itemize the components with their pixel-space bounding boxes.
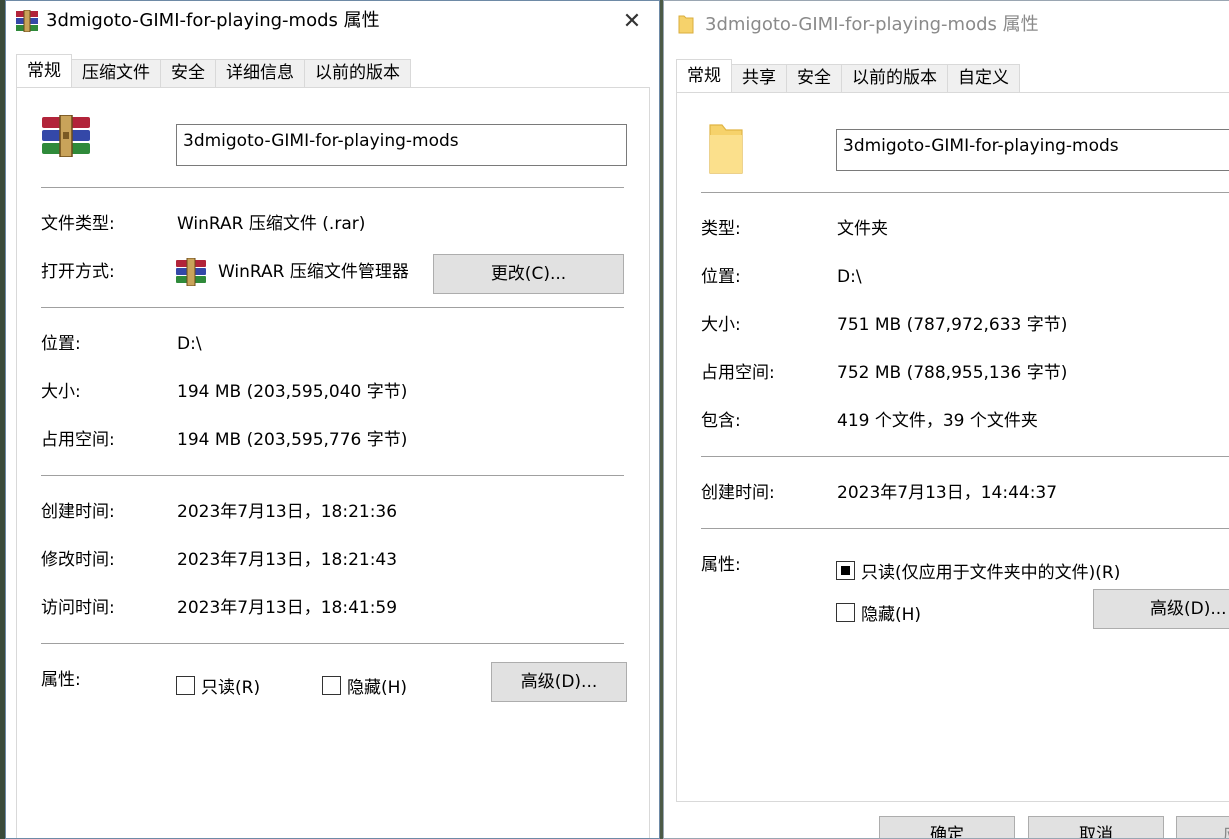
advanced-button[interactable]: 高级(D)...	[491, 662, 627, 702]
size-label: 大小:	[701, 315, 741, 335]
accessed-value: 2023年7月13日，18:41:59	[177, 598, 398, 618]
location-value: D:\	[837, 267, 862, 287]
file-type-label: 文件类型:	[41, 214, 115, 234]
modified-label: 修改时间:	[41, 550, 115, 570]
filename-input[interactable]: 3dmigoto-GIMI-for-playing-mods	[176, 124, 627, 166]
readonly-label: 只读(仅应用于文件夹中的文件)(R)	[861, 563, 1121, 583]
close-icon[interactable]: ✕	[619, 9, 645, 35]
modified-value: 2023年7月13日，18:21:43	[177, 550, 398, 570]
hidden-label: 隐藏(H)	[347, 678, 408, 698]
readonly-checkbox[interactable]: 只读(仅应用于文件夹中的文件)(R)	[836, 558, 1120, 583]
divider	[41, 475, 624, 476]
tab-details[interactable]: 详细信息	[215, 59, 305, 87]
folder-icon	[678, 14, 694, 34]
folder-name-input[interactable]: 3dmigoto-GIMI-for-playing-mods	[836, 129, 1229, 171]
size-value: 751 MB (787,972,633 字节)	[837, 315, 1068, 335]
contains-value: 419 个文件，39 个文件夹	[837, 411, 1038, 431]
size-label: 大小:	[41, 382, 81, 402]
open-with-value: WinRAR 压缩文件管理器	[218, 262, 409, 282]
disk-size-label: 占用空间:	[701, 363, 775, 383]
tab-bar: 常规 压缩文件 安全 详细信息 以前的版本	[16, 54, 411, 87]
tab-previous-versions[interactable]: 以前的版本	[841, 64, 948, 92]
general-panel	[16, 87, 650, 838]
created-label: 创建时间:	[41, 502, 115, 522]
checkbox-box[interactable]	[176, 676, 195, 695]
type-value: 文件夹	[837, 219, 888, 239]
hidden-checkbox[interactable]: 隐藏(H)	[836, 600, 921, 625]
created-value: 2023年7月13日，18:21:36	[177, 502, 398, 522]
tab-bar: 常规 共享 安全 以前的版本 自定义	[676, 59, 1020, 92]
hidden-checkbox[interactable]: 隐藏(H)	[322, 673, 407, 698]
tab-previous-versions[interactable]: 以前的版本	[304, 59, 411, 87]
file-type-value: WinRAR 压缩文件 (.rar)	[177, 214, 366, 234]
divider	[41, 307, 624, 308]
disk-size-value: 752 MB (788,955,136 字节)	[837, 363, 1068, 383]
tab-security[interactable]: 安全	[160, 59, 216, 87]
divider	[41, 187, 624, 188]
readonly-checkbox[interactable]: 只读(R)	[176, 673, 260, 698]
disk-size-label: 占用空间:	[41, 430, 115, 450]
rar-properties-dialog: 3dmigoto-GIMI-for-playing-mods 属性 ✕ 常规 压…	[5, 0, 660, 839]
cancel-button[interactable]: 取消	[1028, 816, 1164, 838]
apply-button[interactable]: 应	[1176, 816, 1229, 838]
divider	[701, 456, 1229, 457]
titlebar: 3dmigoto-GIMI-for-playing-mods 属性 ✕	[6, 1, 659, 43]
tab-archive[interactable]: 压缩文件	[71, 59, 161, 87]
divider	[41, 643, 624, 644]
hidden-label: 隐藏(H)	[861, 605, 922, 625]
folder-properties-dialog: 3dmigoto-GIMI-for-playing-mods 属性 常规 共享 …	[663, 0, 1229, 839]
tab-general[interactable]: 常规	[16, 54, 72, 87]
location-label: 位置:	[41, 334, 81, 354]
tab-security[interactable]: 安全	[786, 64, 842, 92]
contains-label: 包含:	[701, 411, 741, 431]
window-title: 3dmigoto-GIMI-for-playing-mods 属性	[46, 10, 380, 31]
tab-general[interactable]: 常规	[676, 59, 732, 92]
general-panel	[676, 92, 1229, 802]
divider	[701, 528, 1229, 529]
disk-size-value: 194 MB (203,595,776 字节)	[177, 430, 408, 450]
advanced-button[interactable]: 高级(D)...	[1093, 589, 1229, 629]
created-value: 2023年7月13日，14:44:37	[837, 483, 1058, 503]
checkbox-box[interactable]	[322, 676, 341, 695]
window-title: 3dmigoto-GIMI-for-playing-mods 属性	[705, 14, 1039, 35]
winrar-app-icon	[176, 257, 206, 287]
type-label: 类型:	[701, 219, 741, 239]
attributes-label: 属性:	[701, 555, 741, 575]
size-value: 194 MB (203,595,040 字节)	[177, 382, 408, 402]
tab-sharing[interactable]: 共享	[731, 64, 787, 92]
rar-file-icon	[41, 114, 91, 158]
winrar-icon	[16, 9, 38, 33]
checkbox-box[interactable]	[836, 603, 855, 622]
location-value: D:\	[177, 334, 202, 354]
ok-button[interactable]: 确定	[879, 816, 1015, 838]
readonly-label: 只读(R)	[201, 678, 261, 698]
change-button[interactable]: 更改(C)...	[433, 254, 624, 294]
folder-large-icon	[708, 121, 744, 177]
divider	[701, 192, 1229, 193]
open-with-label: 打开方式:	[41, 262, 115, 282]
checkbox-box-indeterminate[interactable]	[836, 561, 855, 580]
titlebar: 3dmigoto-GIMI-for-playing-mods 属性	[664, 1, 1229, 47]
tab-customize[interactable]: 自定义	[947, 64, 1020, 92]
attributes-label: 属性:	[41, 670, 81, 690]
accessed-label: 访问时间:	[41, 598, 115, 618]
created-label: 创建时间:	[701, 483, 775, 503]
location-label: 位置:	[701, 267, 741, 287]
